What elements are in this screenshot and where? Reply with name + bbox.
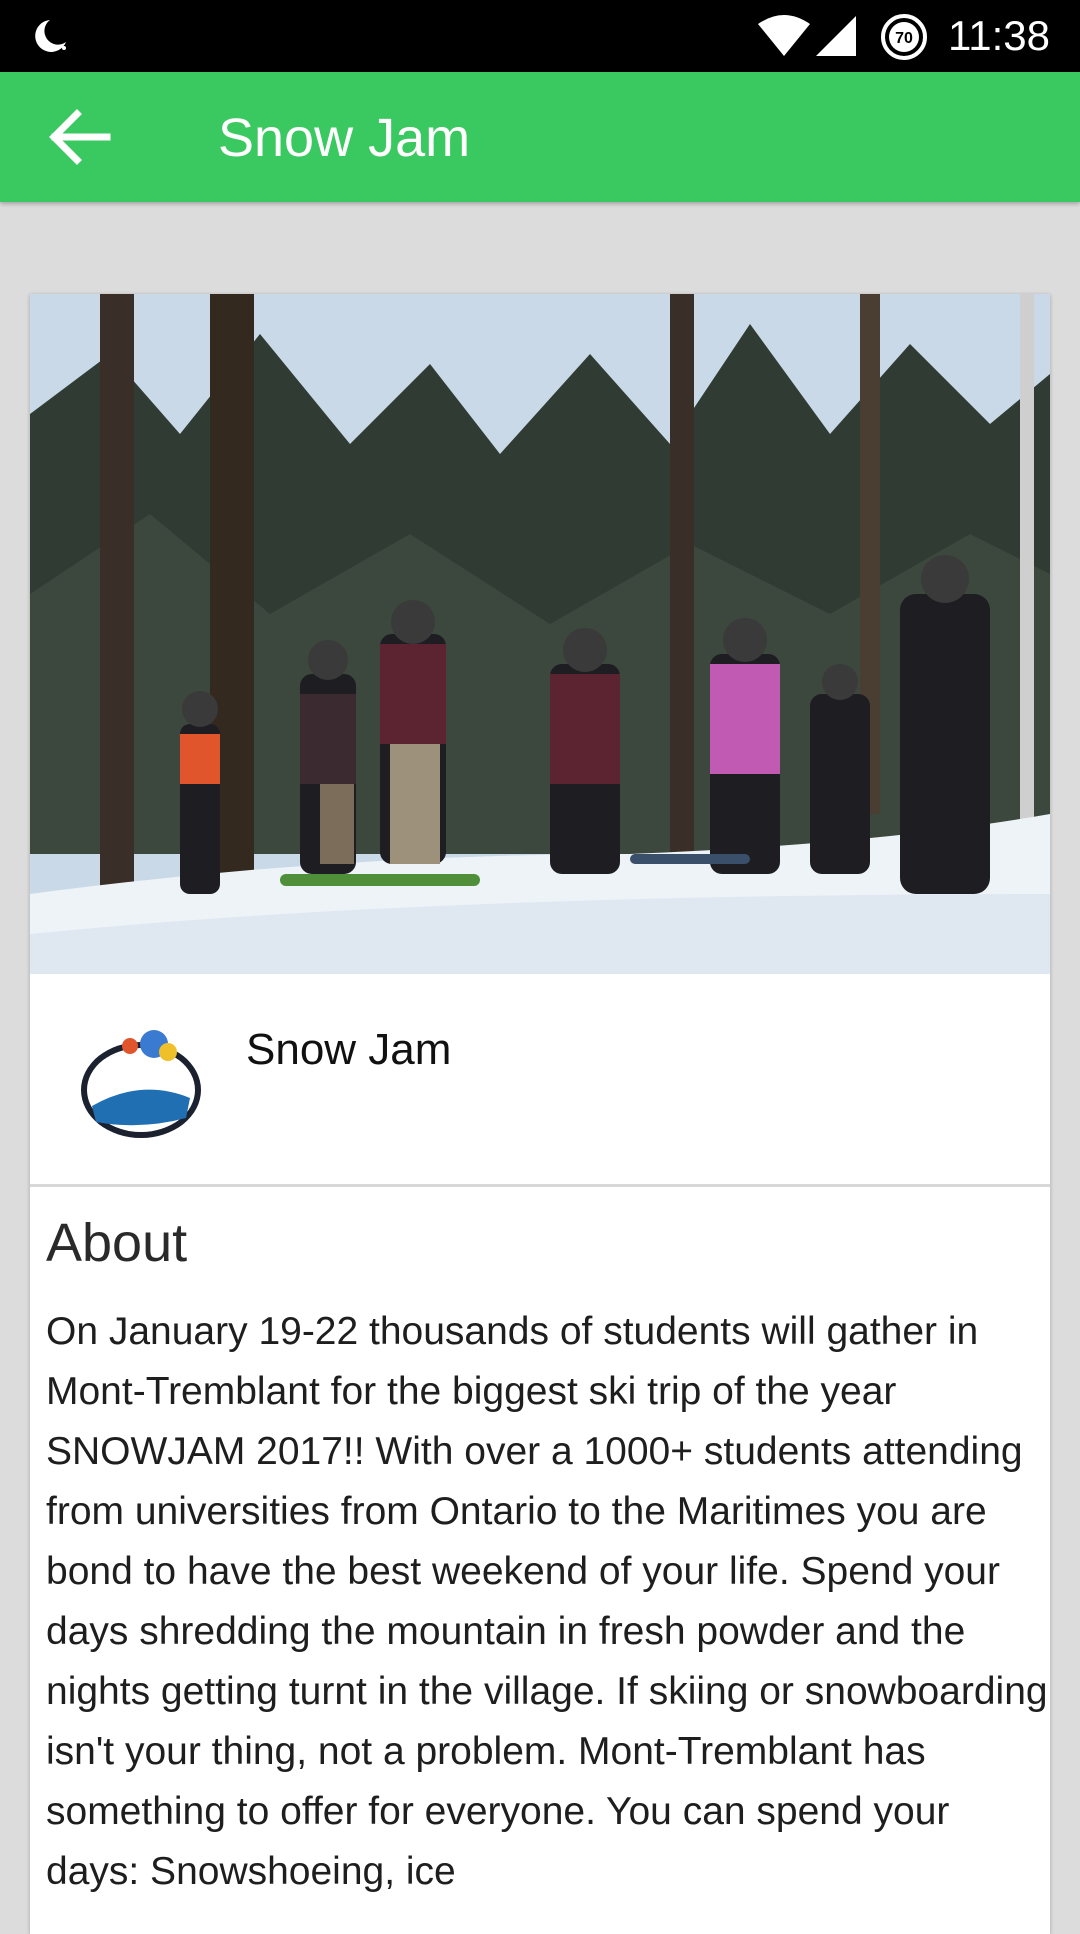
- battery-icon: 70: [880, 13, 928, 61]
- snowboarders-photo: [30, 294, 1050, 974]
- snowjam-logo: [76, 1018, 206, 1148]
- event-card: Snow Jam About On January 19-22 thousand…: [30, 294, 1050, 1934]
- moon-icon: [35, 20, 66, 52]
- organizer-row[interactable]: Snow Jam: [30, 974, 1050, 1187]
- back-button[interactable]: [30, 96, 130, 178]
- back-arrow-icon: [49, 109, 111, 165]
- battery-level: 70: [895, 30, 913, 47]
- page-title: Snow Jam: [218, 108, 471, 168]
- status-bar: 70 11:38: [0, 0, 1080, 72]
- wifi-icon: [758, 15, 810, 56]
- status-time: 11:38: [948, 12, 1050, 59]
- about-heading: About: [46, 1213, 188, 1273]
- hero-image: [30, 294, 1050, 974]
- about-text: On January 19-22 thousands of students w…: [46, 1310, 1048, 1893]
- app-bar: Snow Jam: [0, 72, 1080, 202]
- signal-icon: [816, 16, 856, 56]
- organizer-name: Snow Jam: [246, 1025, 452, 1074]
